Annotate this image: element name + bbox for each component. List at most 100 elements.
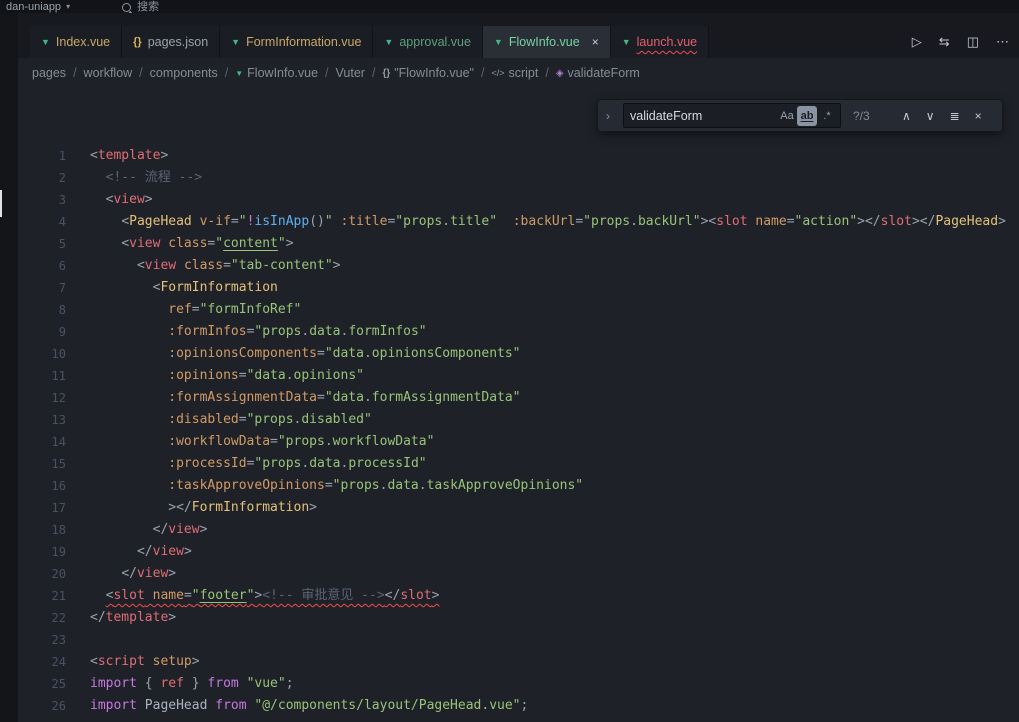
breadcrumb-separator: /: [325, 66, 328, 80]
code-line[interactable]: 4 <PageHead v-if="!isInApp()" :title="pr…: [18, 211, 1019, 233]
split-editor-button[interactable]: ◫: [967, 33, 979, 51]
breadcrumb-label: workflow: [84, 66, 133, 80]
line-number: 9: [18, 321, 66, 343]
breadcrumb-item[interactable]: Vuter: [336, 66, 365, 80]
code-lines: 1<template>2 <!-- 流程 -->3 <view>4 <PageH…: [18, 145, 1019, 717]
line-number: 3: [18, 189, 66, 211]
editor[interactable]: 1<template>2 <!-- 流程 -->3 <view>4 <PageH…: [18, 88, 1019, 722]
titlebar-search[interactable]: 搜索: [122, 1, 159, 13]
find-previous-button[interactable]: ∧: [902, 109, 911, 123]
breadcrumb-item[interactable]: ◈validateForm: [556, 66, 640, 80]
code-line[interactable]: 24<script setup>: [18, 651, 1019, 673]
breadcrumb-item[interactable]: workflow: [84, 66, 133, 80]
vue-icon: ▼: [494, 37, 503, 47]
code-line[interactable]: 12 :formAssignmentData="data.formAssignm…: [18, 387, 1019, 409]
code-line[interactable]: 15 :processId="props.data.processId": [18, 453, 1019, 475]
code-line[interactable]: 20 </view>: [18, 563, 1019, 585]
breadcrumb-item[interactable]: ▼ FlowInfo.vue: [235, 66, 318, 80]
code-line[interactable]: 21 <slot name="footer"><!-- 审批意见 --></sl…: [18, 585, 1019, 607]
line-content: <view class="tab-content">: [90, 255, 340, 277]
code-line[interactable]: 1<template>: [18, 145, 1019, 167]
line-number: 24: [18, 651, 66, 673]
line-number: 25: [18, 673, 66, 695]
find-widget: › Aa ab .* ?/3 ∧ ∨ ≣ ×: [597, 99, 1003, 132]
find-input[interactable]: [627, 109, 777, 123]
line-content: ref="formInfoRef": [90, 299, 301, 321]
line-number: 4: [18, 211, 66, 233]
tab-flowinfo-vue[interactable]: ▼FlowInfo.vue×: [483, 26, 611, 58]
code-line[interactable]: 14 :workflowData="props.workflowData": [18, 431, 1019, 453]
breadcrumb-label: "FlowInfo.vue": [394, 66, 474, 80]
line-number: 15: [18, 453, 66, 475]
whole-word-button[interactable]: ab: [797, 106, 817, 126]
regex-button[interactable]: .*: [817, 106, 837, 126]
breadcrumb-label: FlowInfo.vue: [247, 66, 318, 80]
more-actions-button[interactable]: ⋯: [996, 33, 1009, 51]
find-next-button[interactable]: ∨: [926, 109, 935, 123]
breadcrumb-item[interactable]: components: [150, 66, 218, 80]
code-line[interactable]: 23: [18, 629, 1019, 651]
code-line[interactable]: 8 ref="formInfoRef": [18, 299, 1019, 321]
match-case-button[interactable]: Aa: [777, 106, 797, 126]
breadcrumb-separator: /: [139, 66, 142, 80]
code-line[interactable]: 10 :opinionsComponents="data.opinionsCom…: [18, 343, 1019, 365]
code-line[interactable]: 16 :taskApproveOpinions="props.data.task…: [18, 475, 1019, 497]
tab-approval-vue[interactable]: ▼approval.vue: [373, 26, 483, 58]
line-number: 18: [18, 519, 66, 541]
line-content: <template>: [90, 145, 168, 167]
find-in-selection-button[interactable]: ≣: [950, 109, 960, 123]
toggle-replace-icon[interactable]: ›: [606, 109, 615, 123]
code-line[interactable]: 2 <!-- 流程 -->: [18, 167, 1019, 189]
run-button[interactable]: ▷: [912, 33, 922, 51]
tab-launch-vue[interactable]: ▼launch.vue: [611, 26, 709, 58]
code-line[interactable]: 6 <view class="tab-content">: [18, 255, 1019, 277]
code-line[interactable]: 22</template>: [18, 607, 1019, 629]
code-line[interactable]: 3 <view>: [18, 189, 1019, 211]
breadcrumb-item[interactable]: {} "FlowInfo.vue": [382, 66, 474, 80]
breadcrumb-separator: /: [545, 66, 548, 80]
breadcrumb-item[interactable]: pages: [32, 66, 66, 80]
code-line[interactable]: 17 ></FormInformation>: [18, 497, 1019, 519]
line-content: :formInfos="props.data.formInfos": [90, 321, 427, 343]
breadcrumb-label: components: [150, 66, 218, 80]
code-line[interactable]: 25import { ref } from "vue";: [18, 673, 1019, 695]
find-close-button[interactable]: ×: [975, 109, 982, 123]
breadcrumb-item[interactable]: </>script: [491, 66, 538, 80]
tab-forminformation-vue[interactable]: ▼FormInformation.vue: [220, 26, 373, 58]
breadcrumb-separator: /: [225, 66, 228, 80]
line-content: :taskApproveOpinions="props.data.taskApp…: [90, 475, 583, 497]
line-content: :processId="props.data.processId": [90, 453, 427, 475]
code-line[interactable]: 13 :disabled="props.disabled": [18, 409, 1019, 431]
code-line[interactable]: 7 <FormInformation: [18, 277, 1019, 299]
workspace-name: dan-uniapp: [6, 1, 61, 13]
breadcrumb-separator: /: [481, 66, 484, 80]
line-content: import PageHead from "@/components/layou…: [90, 695, 528, 717]
breadcrumb-separator: /: [372, 66, 375, 80]
code-line[interactable]: 5 <view class="content">: [18, 233, 1019, 255]
line-content: <FormInformation: [90, 277, 278, 299]
tab-pages-json[interactable]: {}pages.json: [122, 26, 220, 58]
vue-icon: ▼: [235, 69, 243, 78]
line-number: 12: [18, 387, 66, 409]
line-number: 11: [18, 365, 66, 387]
line-number: 26: [18, 695, 66, 717]
code-line[interactable]: 11 :opinions="data.opinions": [18, 365, 1019, 387]
activity-bar: [0, 13, 18, 722]
breadcrumb: pages / workflow / components / ▼ FlowInfo.vue /…: [18, 58, 1019, 88]
close-icon[interactable]: ×: [592, 35, 599, 49]
workspace-menu[interactable]: dan-uniapp ▾: [6, 1, 70, 13]
open-changes-button[interactable]: ⇆: [939, 33, 950, 51]
braces-icon: {}: [382, 68, 390, 79]
line-content: :opinionsComponents="data.opinionsCompon…: [90, 343, 521, 365]
chevron-down-icon: ▾: [66, 1, 70, 13]
tab-label: approval.vue: [399, 35, 471, 49]
code-line[interactable]: 26 import PageHead from "@/components/lay…: [18, 695, 1019, 717]
find-results-count: ?/3: [853, 109, 887, 123]
line-content: <view class="content">: [90, 233, 294, 255]
code-line[interactable]: 18 </view>: [18, 519, 1019, 541]
breadcrumb-label: script: [508, 66, 538, 80]
titlebar: dan-uniapp ▾ 搜索: [0, 0, 1019, 13]
tab-index-vue[interactable]: ▼Index.vue: [30, 26, 122, 58]
code-line[interactable]: 9 :formInfos="props.data.formInfos": [18, 321, 1019, 343]
code-line[interactable]: 19 </view>: [18, 541, 1019, 563]
